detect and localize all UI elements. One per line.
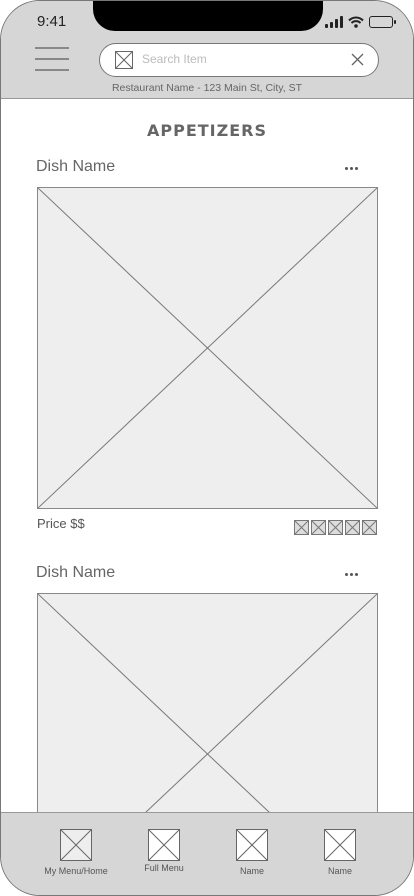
search-input[interactable] xyxy=(142,52,322,66)
battery-icon xyxy=(369,16,396,28)
rating-star-icon[interactable] xyxy=(345,520,360,535)
bottom-nav: My Menu/Home Full Menu Name Name xyxy=(1,812,413,895)
nav-item-name-2[interactable]: Name xyxy=(300,829,380,876)
wifi-icon xyxy=(348,16,364,28)
nav-label: Full Menu xyxy=(144,863,184,873)
nav-label: Name xyxy=(239,866,264,876)
nav-label: Name xyxy=(327,866,352,876)
rating-icons[interactable] xyxy=(294,520,379,535)
search-bar[interactable] xyxy=(99,43,379,77)
more-dots-icon[interactable] xyxy=(345,569,361,579)
dish-name[interactable]: Dish Name xyxy=(36,564,115,582)
phone-frame: 9:41 Search Item Restaurant Name - 123 M… xyxy=(0,0,414,896)
rating-star-icon[interactable] xyxy=(328,520,343,535)
signal-icon xyxy=(325,16,343,28)
image-placeholder-icon xyxy=(236,829,268,861)
device-notch xyxy=(93,1,323,31)
nav-item-full-menu[interactable]: Full Menu xyxy=(124,829,204,873)
image-placeholder-icon xyxy=(148,829,180,861)
status-icons xyxy=(325,15,396,29)
rating-star-icon[interactable] xyxy=(294,520,309,535)
more-dots-icon[interactable] xyxy=(345,163,361,173)
menu-content[interactable]: APPETIZERS Dish Name Price $$ Dish Name xyxy=(1,99,413,812)
nav-item-home[interactable]: My Menu/Home xyxy=(36,829,116,876)
rating-star-icon[interactable] xyxy=(362,520,377,535)
status-time: 9:41 xyxy=(37,13,67,30)
close-icon[interactable] xyxy=(351,53,364,66)
nav-item-name-1[interactable]: Name xyxy=(212,829,292,876)
rating-star-icon[interactable] xyxy=(311,520,326,535)
nav-label: My Menu/Home xyxy=(44,866,108,876)
app-header: Restaurant Name - 123 Main St, City, ST xyxy=(1,31,413,99)
dish-name[interactable]: Dish Name xyxy=(36,158,115,176)
image-placeholder-icon xyxy=(60,829,92,861)
dish-image[interactable] xyxy=(37,593,378,812)
dish-image[interactable] xyxy=(37,187,378,509)
image-placeholder-icon xyxy=(115,51,133,69)
dish-price: Price $$ xyxy=(37,516,85,531)
image-placeholder-icon xyxy=(324,829,356,861)
hamburger-icon[interactable] xyxy=(35,47,69,71)
restaurant-info: Restaurant Name - 123 Main St, City, ST xyxy=(111,82,303,94)
section-title: APPETIZERS xyxy=(146,121,267,140)
